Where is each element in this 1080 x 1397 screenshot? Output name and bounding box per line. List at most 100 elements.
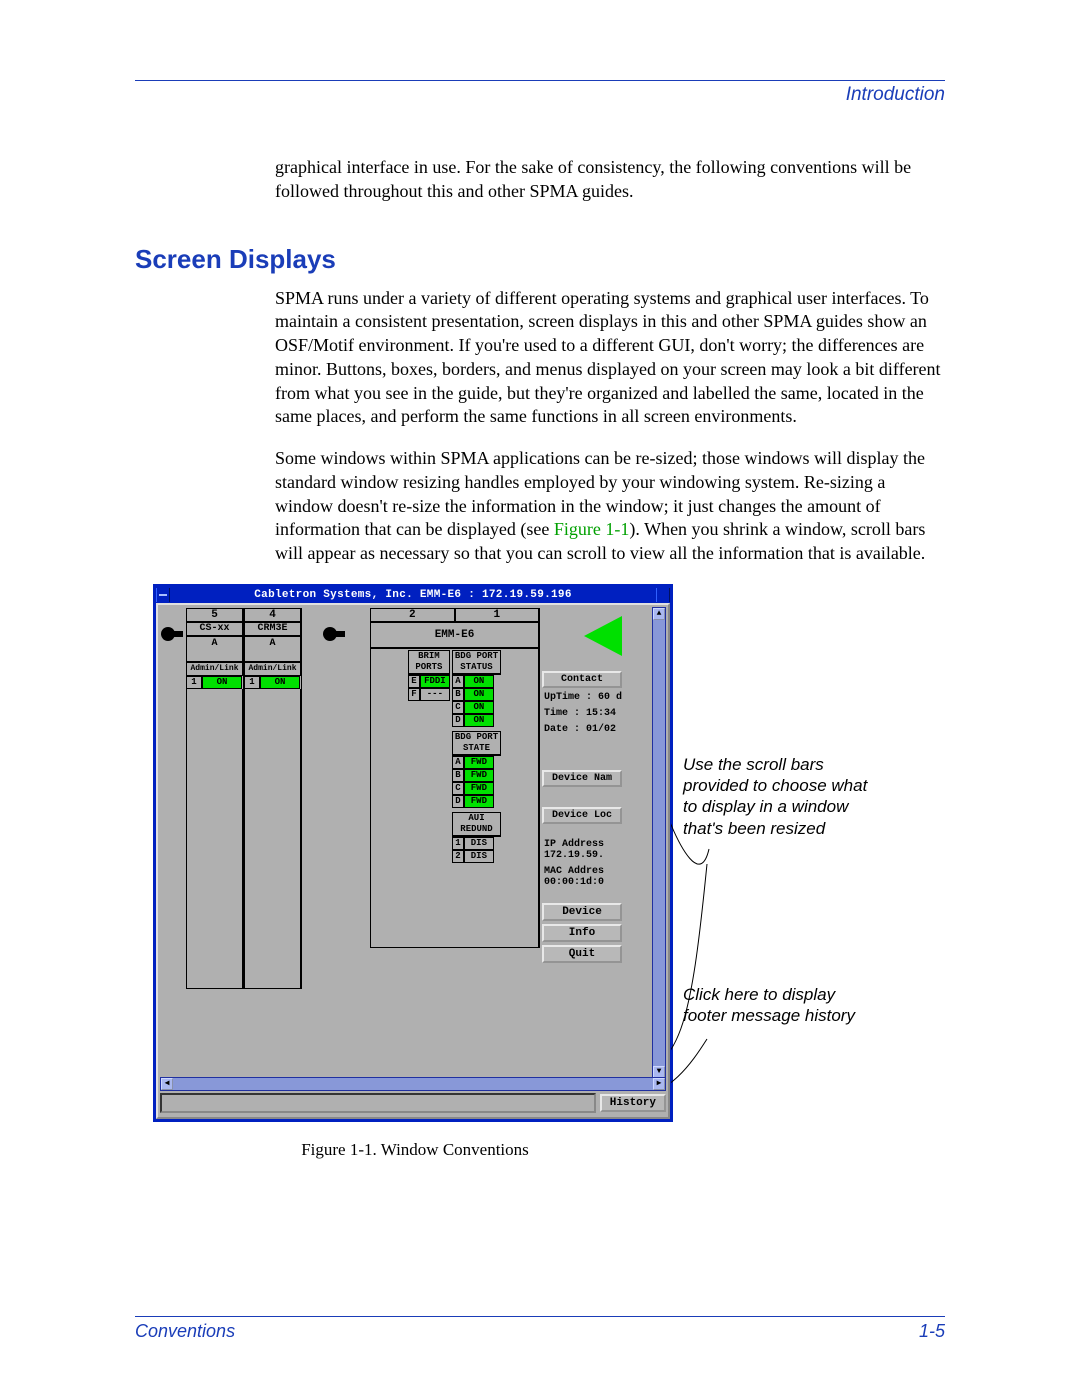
slot-5-ch: A — [186, 636, 243, 662]
slot-5-body — [186, 689, 243, 989]
slot-5: 5 CS-xx A Admin/Link 1 ON — [186, 608, 244, 989]
slot-5-port-row: 1 ON — [186, 676, 243, 689]
emm-title: EMM-E6 — [370, 622, 539, 648]
scroll-track[interactable] — [653, 620, 665, 1066]
scroll-up-icon[interactable]: ▲ — [653, 608, 665, 620]
row-key: B — [452, 769, 464, 782]
scroll-right-icon[interactable]: ▶ — [653, 1078, 665, 1090]
device-button[interactable]: Device — [542, 903, 622, 921]
row-value[interactable]: FWD — [464, 769, 494, 782]
table-row: 2DIS — [452, 850, 501, 863]
table-row: CFWD — [452, 782, 501, 795]
row-value[interactable]: ON — [464, 701, 494, 714]
table-row: BON — [452, 688, 501, 701]
figure-xref[interactable]: Figure 1-1 — [554, 519, 630, 539]
titlebar[interactable]: Cabletron Systems, Inc. EMM-E6 : 172.19.… — [156, 587, 670, 603]
aui-redund-rows: 1DIS2DIS — [452, 837, 501, 863]
table-row: CON — [452, 701, 501, 714]
header-rule — [135, 80, 945, 81]
mac-address-row: MAC Addres00:00:1d:0 — [542, 865, 622, 889]
horizontal-scrollbar[interactable]: ◀ ▶ — [160, 1077, 666, 1091]
slot-head-1: 1 — [455, 608, 540, 622]
time-row: Time : 15:34 — [542, 707, 622, 720]
brim-ports-rows: EFDDIF--- — [408, 675, 450, 701]
slot-4-state[interactable]: ON — [260, 676, 300, 689]
maximize-icon[interactable] — [656, 588, 670, 602]
info-panel: Contact UpTime : 60 da Time : 15:34 Date… — [542, 608, 622, 963]
slot-4-ch: A — [244, 636, 301, 662]
arrow-left-icon — [584, 616, 622, 656]
row-key: 1 — [452, 837, 464, 850]
aui-redund-table: AUI REDUND — [452, 812, 501, 837]
brim-ports-table: BRIM PORTS EFDDIF--- — [408, 650, 450, 701]
brim-ports-header: BRIM PORTS — [409, 651, 449, 674]
scroll-down-icon[interactable]: ▼ — [653, 1066, 665, 1077]
device-loc-field[interactable]: Device Loc — [542, 807, 622, 824]
bdg-port-state-rows: AFWDBFWDCFWDDFWD — [452, 756, 501, 808]
slot-4-adminlink: Admin/Link — [244, 662, 301, 676]
slot-5-state[interactable]: ON — [202, 676, 242, 689]
row-value[interactable]: DIS — [464, 850, 494, 863]
row-value[interactable]: ON — [464, 714, 494, 727]
slot-head-2: 2 — [370, 608, 455, 622]
running-header: Introduction — [135, 84, 945, 106]
row-key: B — [452, 688, 464, 701]
row-value[interactable]: ON — [464, 688, 494, 701]
slot-head-4: 4 — [244, 608, 301, 622]
row-value[interactable]: FWD — [464, 756, 494, 769]
row-key: C — [452, 701, 464, 714]
slot-5-port: 1 — [186, 676, 202, 689]
row-value[interactable]: DIS — [464, 837, 494, 850]
quit-button[interactable]: Quit — [542, 945, 622, 963]
table-row: DON — [452, 714, 501, 727]
ip-address-row: IP Address172.19.59. — [542, 838, 622, 862]
table-row: 1DIS — [452, 837, 501, 850]
table-row: BFWD — [452, 769, 501, 782]
figure-caption: Figure 1-1. Window Conventions — [145, 1140, 685, 1160]
app-body: 5 CS-xx A Admin/Link 1 ON 4 — [156, 603, 670, 1119]
date-row: Date : 01/02 — [542, 723, 622, 736]
scroll-track-h[interactable] — [173, 1078, 653, 1090]
uptime-row: UpTime : 60 da — [542, 691, 622, 704]
row-value[interactable]: FDDI — [420, 675, 450, 688]
bdg-port-status-header: BDG PORT STATUS — [453, 651, 500, 674]
io-indicator-icon-2 — [322, 624, 348, 644]
row-value[interactable]: --- — [420, 688, 450, 701]
slot-4-port: 1 — [244, 676, 260, 689]
scroll-left-icon[interactable]: ◀ — [161, 1078, 173, 1090]
aui-redund-header: AUI REDUND — [453, 813, 500, 836]
row-key: F — [408, 688, 420, 701]
body-para-2: Some windows within SPMA applications ca… — [275, 447, 945, 566]
row-value[interactable]: FWD — [464, 782, 494, 795]
slot-4-type: CRM3E — [244, 622, 301, 636]
vertical-scrollbar[interactable]: ▲ ▼ — [652, 607, 666, 1077]
bdg-port-state-table: BDG PORT STATE — [452, 731, 501, 756]
window-title: Cabletron Systems, Inc. EMM-E6 : 172.19.… — [170, 589, 656, 601]
slot-head-5: 5 — [186, 608, 243, 622]
table-row: DFWD — [452, 795, 501, 808]
footer-message-bar[interactable] — [160, 1093, 596, 1113]
table-row: AFWD — [452, 756, 501, 769]
row-key: A — [452, 675, 464, 688]
slot-4-body — [244, 689, 301, 989]
app-window: Cabletron Systems, Inc. EMM-E6 : 172.19.… — [153, 584, 673, 1122]
footer-page-number: 1-5 — [919, 1321, 945, 1342]
history-button[interactable]: History — [600, 1094, 666, 1112]
row-value[interactable]: ON — [464, 675, 494, 688]
io-indicator-icon — [160, 624, 186, 644]
row-key: D — [452, 795, 464, 808]
row-key: 2 — [452, 850, 464, 863]
footer-section: Conventions — [135, 1321, 235, 1342]
callout-scrollbars: Use the scroll bars provided to choose w… — [683, 754, 873, 839]
body-para-1: SPMA runs under a variety of different o… — [275, 287, 945, 430]
slot-5-type: CS-xx — [186, 622, 243, 636]
slot-4-port-row: 1 ON — [244, 676, 301, 689]
system-menu-icon[interactable] — [156, 588, 170, 602]
info-button[interactable]: Info — [542, 924, 622, 942]
row-value[interactable]: FWD — [464, 795, 494, 808]
device-name-field[interactable]: Device Nam — [542, 770, 622, 787]
footer-row: History — [160, 1093, 666, 1113]
bdg-port-state-header: BDG PORT STATE — [453, 732, 500, 755]
contact-button[interactable]: Contact — [542, 671, 622, 688]
row-key: E — [408, 675, 420, 688]
